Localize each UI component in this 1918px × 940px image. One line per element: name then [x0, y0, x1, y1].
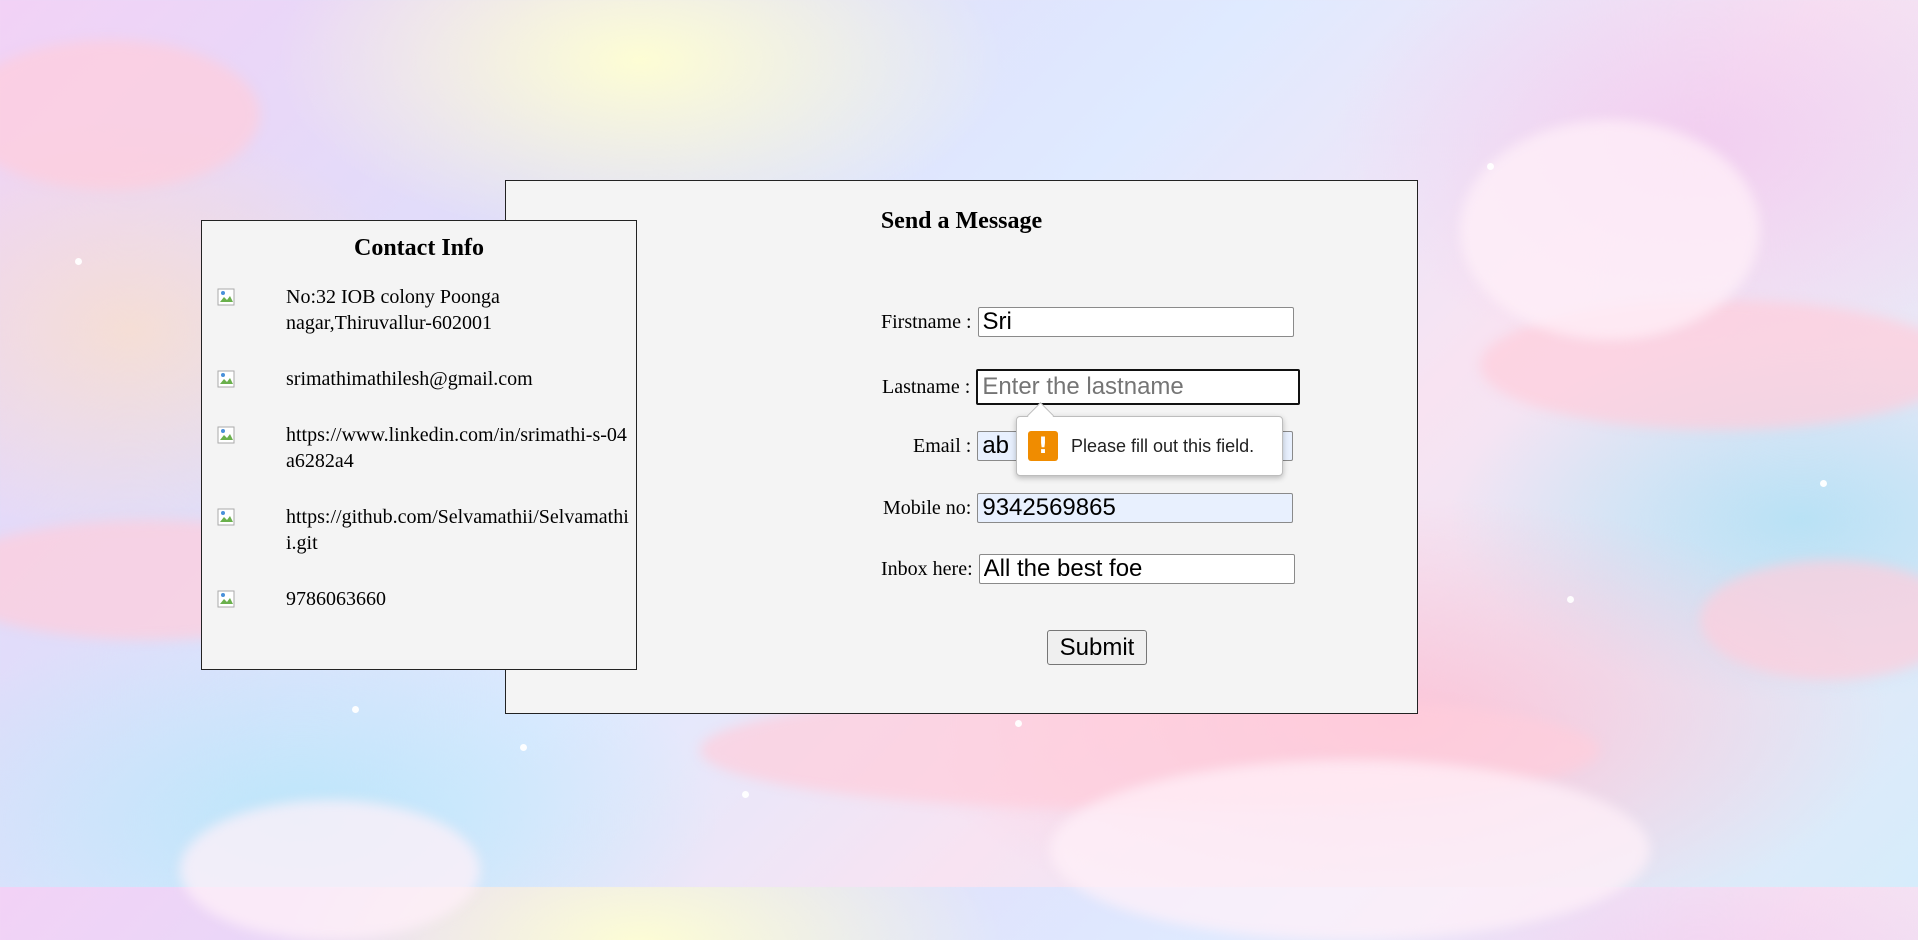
email-text: srimathimathilesh@gmail.com	[286, 368, 533, 390]
firstname-input[interactable]	[977, 307, 1294, 337]
contact-email: srimathimathilesh@gmail.com	[202, 366, 636, 392]
contact-title: Contact Info	[354, 235, 484, 261]
inbox-label: Inbox here:	[881, 557, 973, 580]
background-star	[520, 744, 527, 751]
address-text: No:32 IOB colony Poonga nagar,Thiruvallu…	[286, 286, 500, 334]
background-star	[1567, 596, 1574, 603]
background-cloud	[1050, 760, 1650, 940]
message-title: Send a Message	[880, 208, 1043, 234]
broken-image-icon	[217, 426, 237, 446]
contact-github: https://github.com/Selvamathii/Selvamath…	[202, 504, 636, 556]
contact-linkedin: https://www.linkedin.com/in/srimathi-s-0…	[202, 422, 636, 474]
linkedin-text: https://www.linkedin.com/in/srimathi-s-0…	[286, 424, 627, 472]
background-star	[742, 791, 749, 798]
mobile-row: Mobile no:	[883, 493, 1294, 523]
broken-image-icon	[217, 288, 237, 308]
broken-image-icon	[217, 590, 237, 610]
lastname-row: Lastname :	[882, 369, 1301, 405]
background-star	[1487, 163, 1494, 170]
inbox-row: Inbox here:	[881, 554, 1295, 584]
background-cloud	[1460, 120, 1760, 340]
broken-image-icon	[217, 370, 237, 390]
email-label: Email :	[913, 434, 972, 457]
mobile-input[interactable]	[977, 493, 1294, 523]
inbox-input[interactable]	[978, 554, 1295, 584]
contact-address: No:32 IOB colony Poonga nagar,Thiruvallu…	[202, 284, 636, 336]
contact-panel: Contact Info No:32 IOB colony Poonga nag…	[201, 220, 637, 670]
background-cloud	[1700, 560, 1918, 680]
background-star	[75, 258, 82, 265]
firstname-row: Firstname :	[881, 307, 1294, 337]
background-star	[1015, 720, 1022, 727]
github-text: https://github.com/Selvamathii/Selvamath…	[286, 506, 629, 554]
validation-tooltip: ! Please fill out this field.	[1016, 416, 1283, 476]
background-star	[1820, 480, 1827, 487]
background-star	[352, 706, 359, 713]
firstname-label: Firstname :	[881, 310, 972, 333]
contact-phone: 9786063660	[202, 586, 636, 612]
lastname-input[interactable]	[976, 369, 1301, 405]
lastname-label: Lastname :	[882, 375, 971, 398]
broken-image-icon	[217, 508, 237, 528]
phone-text: 9786063660	[286, 588, 386, 610]
mobile-label: Mobile no:	[883, 496, 972, 519]
validation-message: Please fill out this field.	[1071, 435, 1255, 456]
submit-button[interactable]: Submit	[1047, 630, 1147, 665]
background-cloud	[180, 800, 480, 940]
background-cloud	[0, 40, 260, 190]
warning-icon: !	[1028, 431, 1058, 461]
